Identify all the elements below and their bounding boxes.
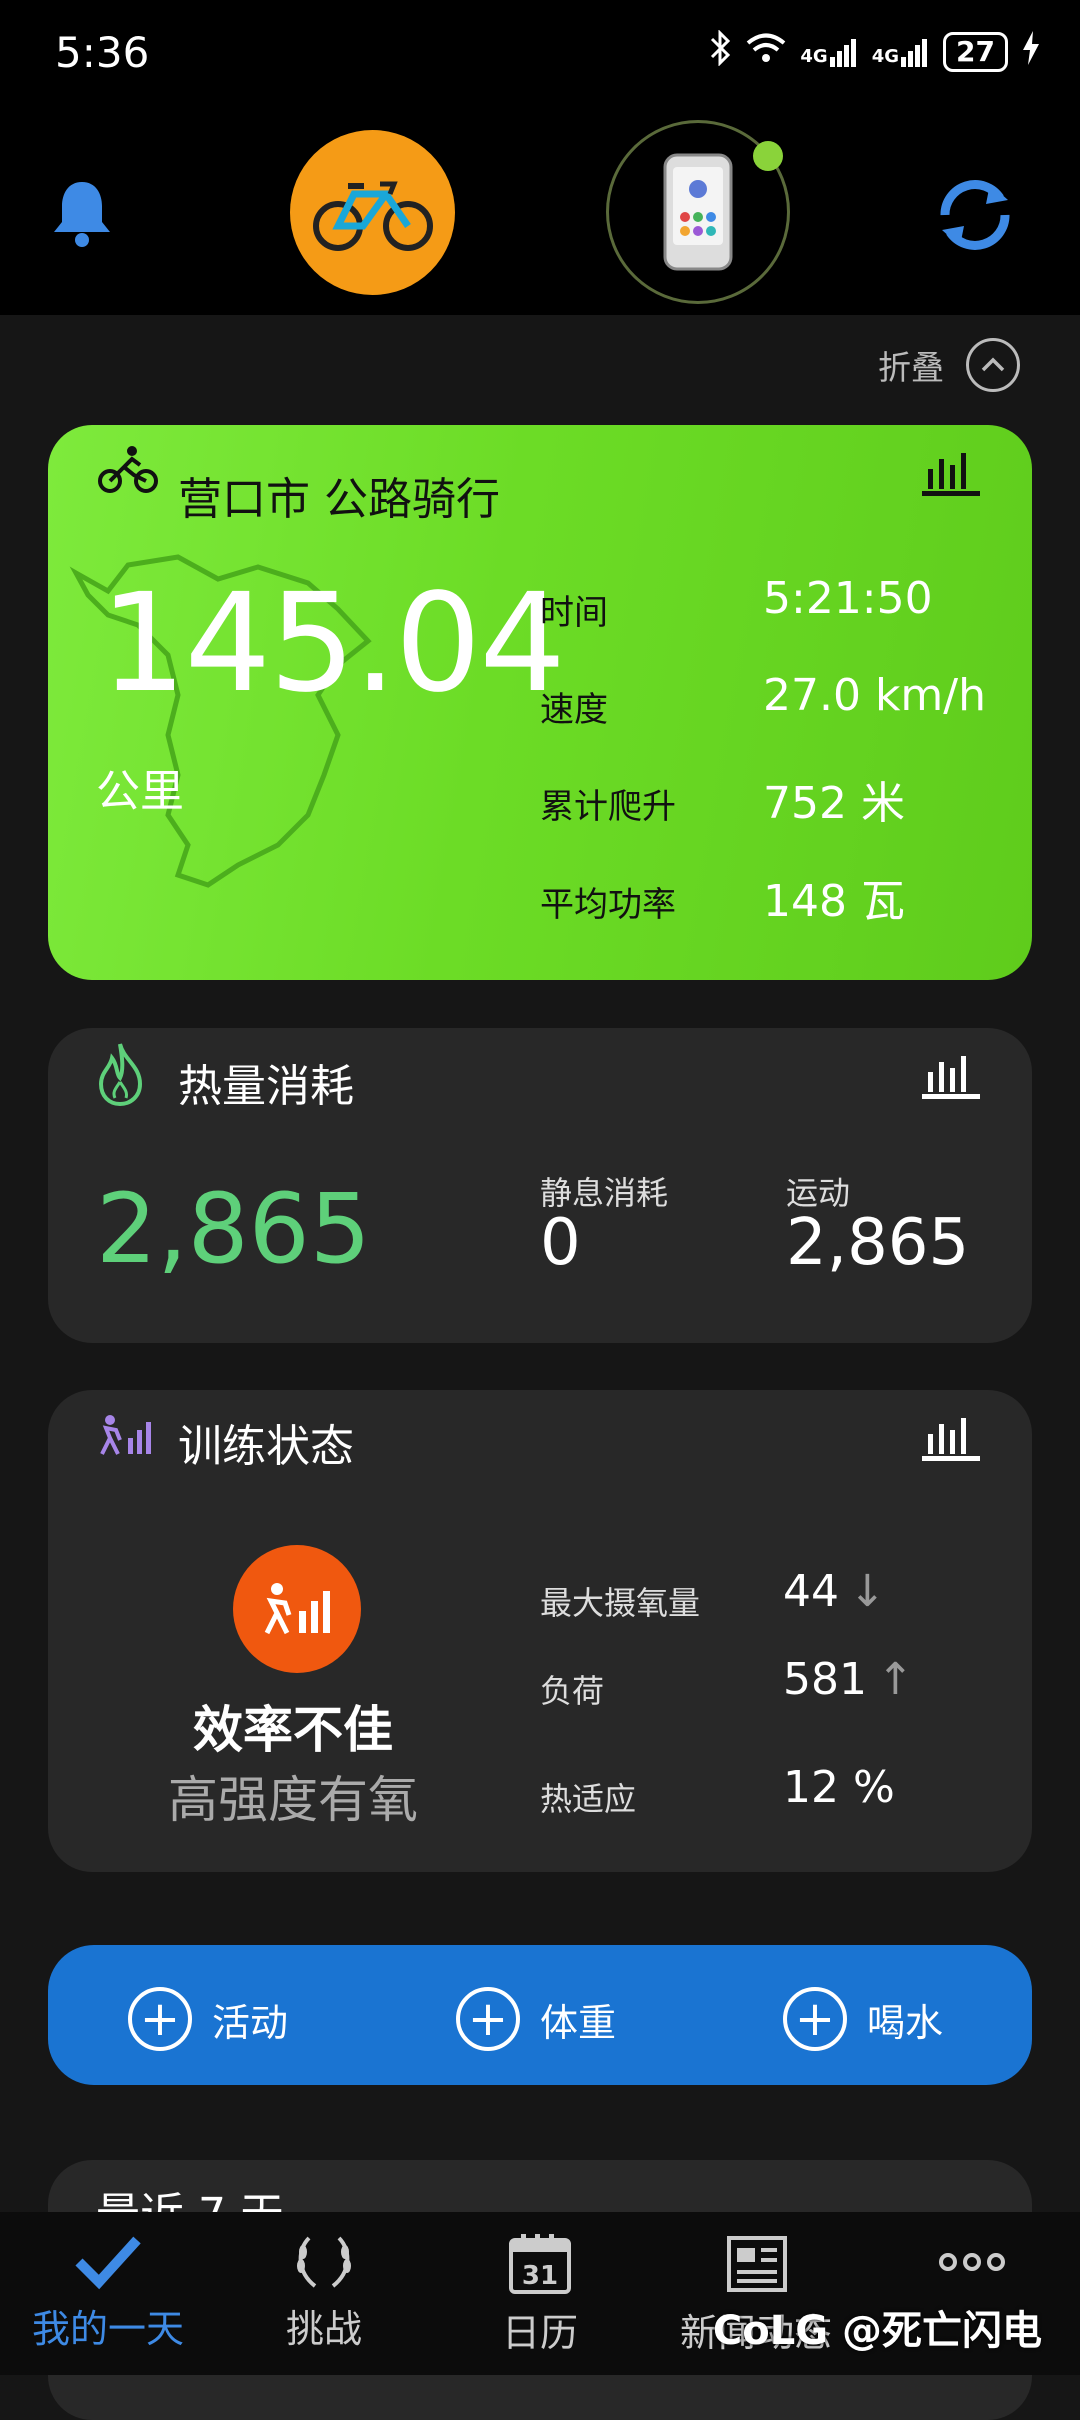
- load-label: 负荷: [540, 1672, 605, 1710]
- chevron-up-icon: [966, 338, 1020, 392]
- battery-indicator: 27: [943, 32, 1008, 72]
- arrow-up-icon: ↑: [876, 1654, 914, 1705]
- stat-label-power: 平均功率: [540, 885, 676, 925]
- status-bar: 5:36 4G 4G 27: [0, 0, 1080, 110]
- bar-chart-icon[interactable]: [922, 1412, 980, 1462]
- plus-icon: +: [128, 1987, 192, 2051]
- training-status-value: 效率不佳: [193, 1701, 393, 1759]
- nav-calendar[interactable]: 31 日历: [432, 2232, 648, 2357]
- top-bar: [0, 110, 1080, 315]
- nav-my-day-label: 我的一天: [31, 2307, 184, 2351]
- status-badge: [233, 1545, 361, 1673]
- add-water-label: 喝水: [867, 2000, 944, 2045]
- add-activity-button[interactable]: + 活动: [128, 1987, 288, 2051]
- training-status-icon: [100, 1415, 151, 1455]
- plus-icon: +: [456, 1987, 520, 2051]
- stat-value-ascent: 752 米: [763, 778, 905, 829]
- watermark: CoLG @死亡闪电: [712, 2308, 1042, 2354]
- more-icon: [939, 2253, 1005, 2271]
- notification-bell-icon[interactable]: [50, 178, 114, 250]
- add-weight-label: 体重: [540, 2000, 617, 2045]
- status-icons: 4G 4G 27: [710, 29, 1040, 74]
- signal-icon-1: 4G: [800, 37, 857, 67]
- plus-icon: +: [783, 1987, 847, 2051]
- training-status-card[interactable]: 训练状态 效率不佳 高强度有氧 最大摄氧量 44 ↓ 负荷 581 ↑ 热适应 12…: [48, 1390, 1032, 1872]
- nav-more[interactable]: [864, 2232, 1080, 2302]
- stat-value-time: 5:21:50: [763, 573, 933, 624]
- resting-value: 0: [540, 1206, 581, 1280]
- active-value: 2,865: [786, 1206, 970, 1280]
- bike-computer-icon: [663, 153, 733, 271]
- fold-toggle[interactable]: 折叠: [878, 338, 1020, 392]
- network-type-2: 4G: [871, 46, 900, 67]
- calories-card[interactable]: 热量消耗 2,865 静息消耗 0 运动 2,865: [48, 1028, 1032, 1343]
- calories-title: 热量消耗: [178, 1061, 354, 1112]
- calendar-icon: 31: [509, 2234, 571, 2294]
- stat-label-time: 时间: [540, 593, 608, 633]
- quick-add-bar: + 活动 + 体重 + 喝水: [48, 1945, 1032, 2085]
- activity-title: 营口市 公路骑行: [178, 474, 500, 525]
- wifi-icon: [746, 32, 786, 72]
- network-type-1: 4G: [800, 46, 828, 67]
- arrow-down-icon: ↓: [849, 1566, 886, 1617]
- activity-card[interactable]: 营口市 公路骑行 145.04 公里 时间 5:21:50 速度 27.0 km…: [48, 425, 1032, 980]
- fold-label: 折叠: [878, 348, 944, 387]
- distance-unit: 公里: [96, 766, 184, 817]
- bluetooth-icon: [710, 29, 732, 74]
- cycling-icon: [98, 446, 158, 493]
- signal-icon-2: 4G: [872, 37, 929, 67]
- status-time: 5:36: [55, 28, 150, 77]
- news-icon: [727, 2236, 787, 2292]
- add-water-button[interactable]: + 喝水: [783, 1987, 943, 2051]
- load-value: 581 ↑: [783, 1654, 914, 1705]
- bar-chart-icon[interactable]: [922, 447, 980, 497]
- vo2max-label: 最大摄氧量: [540, 1584, 701, 1622]
- heat-acclimation-value: 12 %: [783, 1762, 895, 1813]
- heat-acclimation-label: 热适应: [540, 1780, 637, 1818]
- device-connected-dot: [753, 141, 783, 171]
- check-icon: [75, 2236, 141, 2290]
- stat-label-ascent: 累计爬升: [540, 787, 676, 827]
- stat-value-power: 148 瓦: [763, 876, 905, 927]
- nav-my-day[interactable]: 我的一天: [0, 2232, 216, 2353]
- bicycle-icon: [312, 181, 433, 251]
- load-number: 581: [783, 1654, 867, 1705]
- sync-icon[interactable]: [930, 170, 1020, 260]
- bar-chart-icon[interactable]: [922, 1050, 980, 1100]
- nav-challenges[interactable]: 挑战: [216, 2232, 432, 2353]
- nav-challenges-label: 挑战: [285, 2307, 362, 2351]
- flame-icon: [98, 1043, 143, 1106]
- stat-label-speed: 速度: [540, 690, 608, 730]
- calories-total: 2,865: [96, 1173, 371, 1285]
- training-status-title: 训练状态: [178, 1421, 354, 1472]
- nav-calendar-label: 日历: [501, 2311, 578, 2355]
- add-weight-button[interactable]: + 体重: [456, 1987, 616, 2051]
- training-status-subvalue: 高强度有氧: [168, 1771, 418, 1829]
- connected-device[interactable]: [606, 120, 790, 304]
- vo2max-value: 44 ↓: [783, 1566, 886, 1617]
- vo2max-number: 44: [783, 1566, 839, 1617]
- laurel-icon: [297, 2236, 351, 2288]
- stat-value-speed: 27.0 km/h: [763, 670, 987, 721]
- add-activity-label: 活动: [212, 2000, 289, 2045]
- charging-icon: [1022, 31, 1040, 73]
- distance-value: 145.04: [100, 565, 566, 723]
- profile-avatar[interactable]: [290, 130, 455, 295]
- calendar-day: 31: [522, 2261, 558, 2291]
- running-chart-icon: [264, 1583, 330, 1635]
